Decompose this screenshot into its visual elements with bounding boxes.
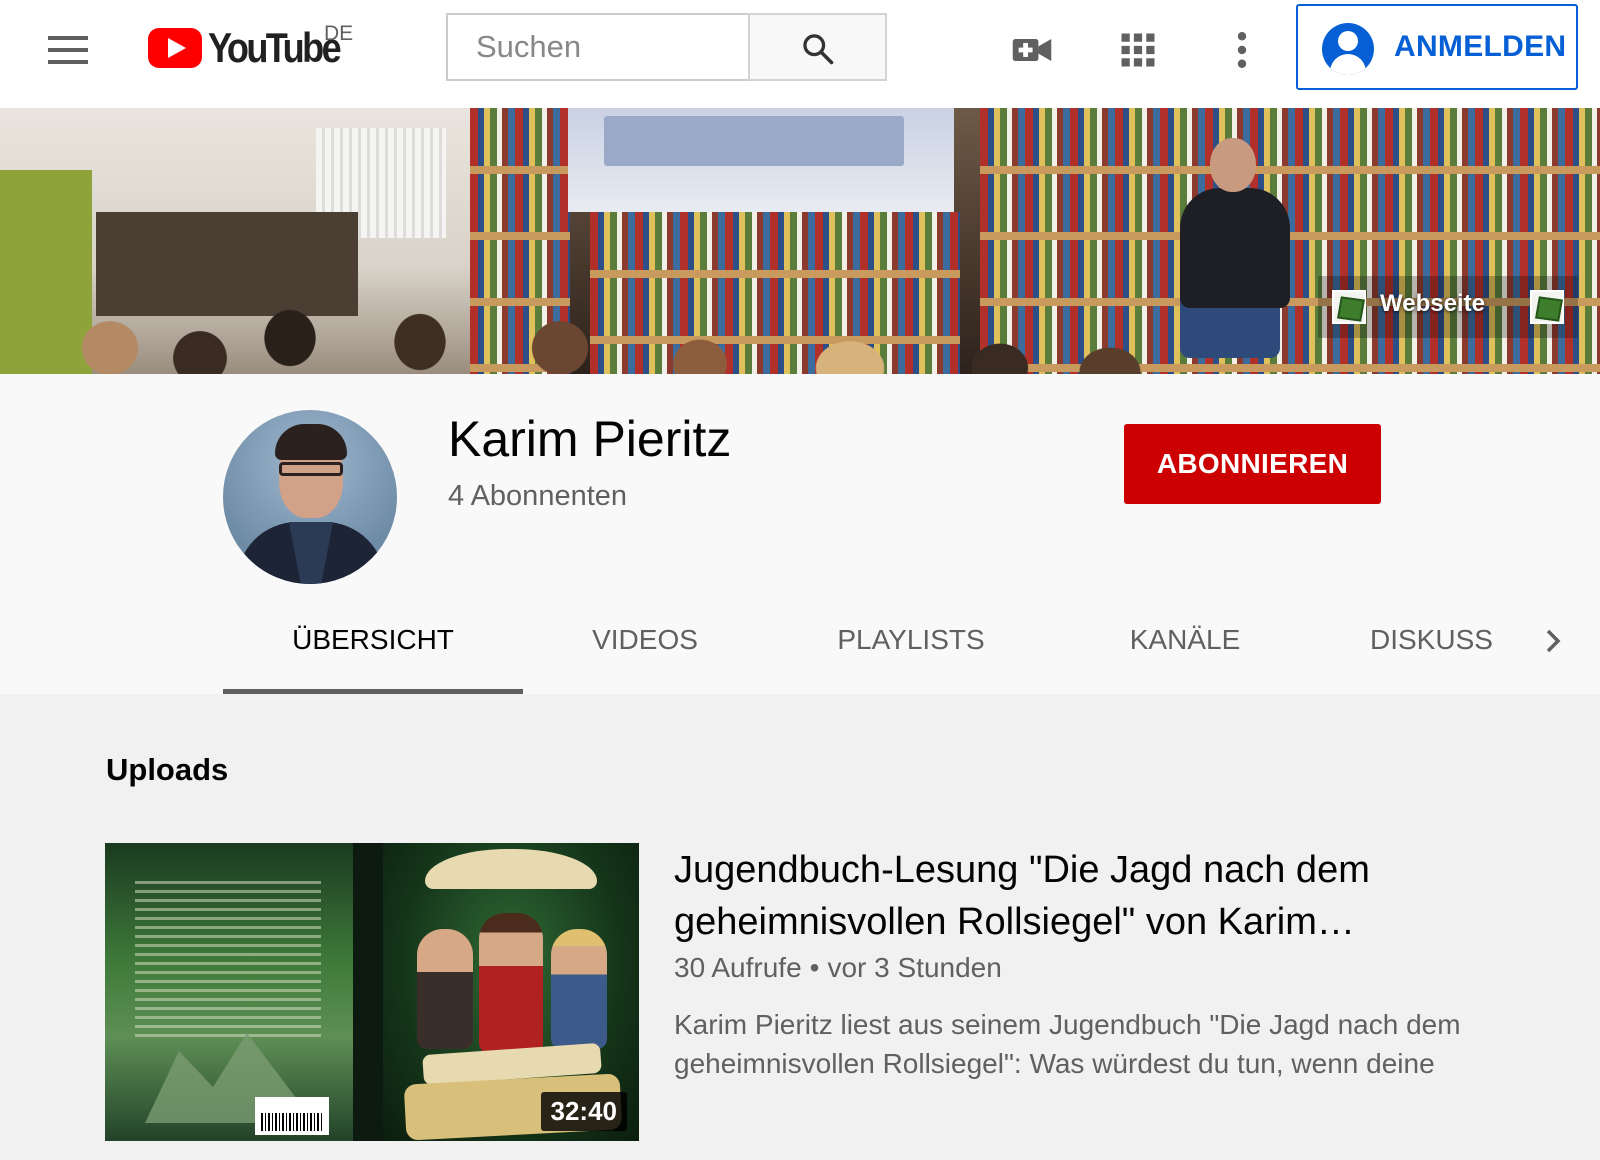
tab-label: PLAYLISTS <box>837 624 985 655</box>
more-vert-icon <box>1237 32 1247 68</box>
channel-banner: Webseite <box>0 108 1600 374</box>
signin-label: ANMELDEN <box>1394 30 1567 63</box>
create-video-button[interactable] <box>1004 22 1060 78</box>
apps-grid-icon <box>1121 33 1155 67</box>
chevron-right-icon <box>1546 629 1561 653</box>
video-create-icon <box>1012 39 1052 61</box>
youtube-play-icon <box>148 28 202 68</box>
website-favicon-icon <box>1332 290 1366 324</box>
video-description: Karim Pieritz liest aus seinem Jugendbuc… <box>674 1009 1461 1079</box>
youtube-logo[interactable]: YouTube DE <box>148 22 368 78</box>
separator-dot: • <box>809 952 820 983</box>
tab-playlists[interactable]: PLAYLISTS <box>800 596 1022 694</box>
book-back-cover <box>105 843 353 1141</box>
search-icon <box>803 34 834 65</box>
channel-tabs: ÜBERSICHT VIDEOS PLAYLISTS KANÄLE DISKUS… <box>0 596 1600 694</box>
subscriber-count: 4 Abonnenten <box>448 480 628 512</box>
video-age: vor 3 Stunden <box>827 952 1002 983</box>
website-favicon-icon <box>1530 290 1564 324</box>
video-title-link[interactable]: Jugendbuch-Lesung "Die Jagd nach dem geh… <box>674 844 1574 948</box>
search-button[interactable] <box>748 13 887 81</box>
search-box <box>446 13 748 81</box>
channel-name: Karim Pieritz <box>448 411 732 467</box>
barcode-icon <box>255 1097 329 1135</box>
tab-label: ÜBERSICHT <box>292 624 454 655</box>
signin-button[interactable]: ANMELDEN <box>1296 4 1578 90</box>
masthead: YouTube DE ANMELDEN <box>0 0 1600 108</box>
subscribe-button[interactable]: ABONNIEREN <box>1124 424 1381 504</box>
tab-label: KANÄLE <box>1129 624 1241 655</box>
channel-avatar[interactable] <box>223 410 397 584</box>
video-thumbnail[interactable]: 32:40 <box>105 843 639 1141</box>
search-input[interactable] <box>448 15 748 79</box>
country-code: DE <box>324 22 354 45</box>
channel-header: Karim Pieritz 4 Abonnenten ABONNIEREN ÜB… <box>0 374 1600 694</box>
tab-discussion[interactable]: DISKUSSION <box>1370 596 1494 694</box>
video-duration-badge: 32:40 <box>540 1092 627 1131</box>
more-options-button[interactable] <box>1214 22 1270 78</box>
video-metadata: 30 Aufrufe • vor 3 Stunden <box>674 952 1002 984</box>
uploads-section-title[interactable]: Uploads <box>106 752 228 788</box>
tab-channels[interactable]: KANÄLE <box>1070 596 1300 694</box>
account-icon <box>1322 23 1374 75</box>
website-link-label: Webseite <box>1380 290 1485 317</box>
tab-label: DISKUSSION <box>1370 624 1494 655</box>
tab-overview[interactable]: ÜBERSICHT <box>223 596 523 694</box>
menu-icon[interactable] <box>46 30 90 70</box>
subscribe-label: ABONNIEREN <box>1156 448 1349 479</box>
logo-text: YouTube <box>208 24 342 71</box>
video-view-count: 30 Aufrufe <box>674 952 802 983</box>
tab-videos[interactable]: VIDEOS <box>540 596 750 694</box>
apps-button[interactable] <box>1110 22 1166 78</box>
tab-label: VIDEOS <box>592 624 698 655</box>
website-link[interactable]: Webseite <box>1318 276 1578 338</box>
tabs-scroll-right-button[interactable] <box>1530 618 1576 664</box>
